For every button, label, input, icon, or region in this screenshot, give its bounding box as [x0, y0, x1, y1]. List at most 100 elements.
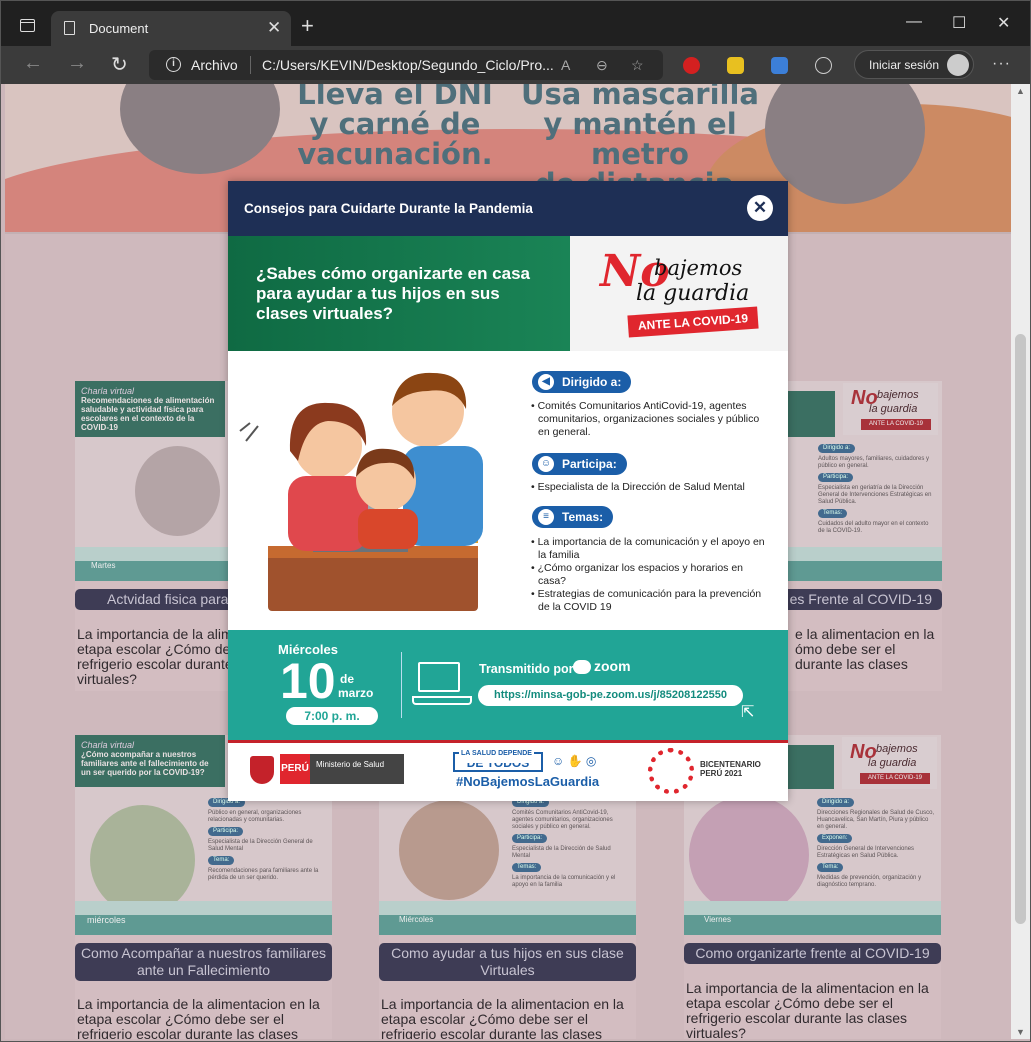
minimize-button[interactable]: — [906, 13, 922, 31]
card-title[interactable]: Como Acompañar a nuestros familiares ant… [75, 943, 332, 981]
section-list-temas: • La importancia de la comunicación y el… [530, 536, 770, 614]
card-footer-strip [684, 901, 941, 915]
card-description: e la alimentacion en la ómo debe ser el … [795, 626, 935, 672]
scroll-down-icon[interactable]: ▼ [1016, 1027, 1025, 1037]
laptop-icon [412, 662, 472, 705]
card-details: Dirigido a: Adultos mayores, familiares, … [818, 444, 932, 534]
no-bajemos-logo: No bajemos la guardia ANTE LA COVID-19 [842, 737, 937, 789]
peru-logo: PERÚ [280, 754, 310, 784]
address-bar[interactable]: i Archivo C:/Users/KEVIN/Desktop/Segundo… [149, 50, 663, 80]
modal-close-button[interactable]: ✕ [747, 195, 773, 221]
peru-shield-icon [250, 756, 274, 784]
card-header-band: Charla virtual Recomendaciones de alimen… [75, 381, 225, 437]
section-list-participa: • Especialista de la Dirección de Salud … [530, 481, 770, 494]
more-menu-icon[interactable]: ··· [992, 55, 1011, 73]
close-tab-icon[interactable]: ✕ [267, 18, 281, 38]
card-description: La importancia de la alimentacion en la … [686, 980, 929, 1040]
forward-button[interactable]: → [67, 52, 87, 75]
card-kicker: Charla virtual [81, 740, 135, 750]
close-window-button[interactable]: ✕ [997, 13, 1010, 33]
translate-extension-icon[interactable] [771, 57, 788, 74]
favorite-star-icon[interactable]: ☆ [631, 57, 644, 74]
zoom-icon[interactable]: ⊖ [596, 57, 608, 74]
card-details: Dirigido a: Comités Comunitarios AntiCovi… [512, 798, 616, 888]
card-illustration [90, 805, 195, 915]
browser-window: Document ✕ + — ☐ ✕ ← → ↻ i Archivo C:/Us… [0, 0, 1031, 1042]
list-item: • Especialista de la Dirección de Salud … [531, 481, 745, 493]
tab-document[interactable]: Document ✕ [51, 11, 291, 46]
card-date: Martes [91, 561, 116, 570]
megaphone-icon: ◀ [538, 374, 554, 390]
card-date: Miércoles [399, 915, 434, 924]
section-pill-temas: ≡ Temas: [532, 506, 614, 528]
section-label: Dirigido a: [562, 375, 622, 389]
w-extension-icon[interactable] [727, 57, 744, 74]
card-footer: Miércoles [379, 915, 636, 935]
hashtag: #NoBajemosLaGuardia [456, 774, 600, 789]
card-illustration [689, 795, 809, 915]
event-divider [401, 652, 402, 718]
new-tab-button[interactable]: + [301, 13, 314, 39]
card-illustration [399, 800, 499, 900]
card-footer-strip [379, 901, 636, 915]
bicentenario-emblem [648, 748, 694, 794]
banner-green-panel: ¿Sabes cómo organizarte en casa para ayu… [228, 236, 570, 351]
event-month: marzo [338, 686, 374, 700]
event-details: Miércoles 10 de marzo 7:00 p. m. Transmi… [228, 630, 788, 740]
extensions-puzzle-icon[interactable] [815, 57, 832, 74]
scrollbar-thumb[interactable] [1015, 334, 1026, 924]
tab-bar: Document ✕ + — ☐ ✕ [1, 1, 1030, 46]
list-item: • La importancia de la comunicación y el… [531, 536, 765, 561]
poster-question: ¿Sabes cómo organizarte en casa para ayu… [256, 264, 530, 323]
scroll-up-icon[interactable]: ▲ [1016, 86, 1025, 96]
signin-label: Iniciar sesión [869, 58, 940, 72]
tab-actions-icon[interactable] [20, 19, 35, 32]
click-cursor-icon: ⇱ [741, 704, 755, 721]
refresh-button[interactable]: ↻ [111, 52, 128, 77]
person-icon: ☺ [538, 456, 554, 472]
card-heading: Recomendaciones de alimentación saludabl… [81, 396, 215, 432]
tab-title: Document [89, 21, 149, 36]
health-icons: ☺ ✋ ◎ [552, 754, 597, 768]
section-label: Temas: [562, 510, 604, 524]
card-date: miércoles [87, 915, 126, 925]
browser-toolbar: ← → ↻ i Archivo C:/Users/KEVIN/Desktop/S… [1, 46, 1030, 84]
logo-bajemos: bajemos [654, 256, 743, 280]
event-de: de [340, 672, 355, 686]
adblock-extension-icon[interactable] [683, 57, 700, 74]
maximize-button[interactable]: ☐ [952, 13, 966, 33]
list-icon: ≡ [538, 509, 554, 525]
card-title[interactable]: Como ayudar a tus hijos en sus clase Vir… [379, 943, 636, 981]
bicentenario-label: BICENTENARIO PERÚ 2021 [700, 760, 761, 778]
document-icon [64, 21, 75, 35]
card-title[interactable]: Como organizarte frente al COVID-19 [684, 943, 941, 964]
back-button[interactable]: ← [23, 52, 43, 75]
hero-text-left: Lleva el DNI y carné de vacunación. [297, 84, 493, 171]
logo-ribbon: ANTE LA COVID-19 [627, 306, 759, 338]
info-icon[interactable]: i [166, 57, 181, 72]
logo-top-rule [228, 740, 788, 743]
no-bajemos-logo: No bajemos la guardia ANTE LA COVID-19 [843, 383, 938, 435]
signin-button[interactable]: Iniciar sesión [854, 50, 974, 79]
poster-banner: ¿Sabes cómo organizarte en casa para ayu… [228, 236, 788, 351]
card-details: Dirigido a: Direcciones Regionales de Sal… [817, 798, 935, 888]
page-scrollbar[interactable]: ▲ ▼ [1011, 84, 1030, 1039]
sponsor-logos: PERÚ Ministerio de Salud LA SALUD DEPEND… [228, 740, 788, 801]
event-time: 7:00 p. m. [286, 707, 378, 725]
zoom-camera-icon [573, 660, 591, 675]
card-details: Dirigido a: Público en general, organizac… [208, 798, 319, 881]
salud-de-todos-logo: LA SALUD DEPENDE DE TODOS [453, 745, 543, 772]
card-kicker: Charla virtual [81, 386, 135, 396]
logo-la-guardia: la guardia [636, 281, 750, 306]
list-item: • ¿Cómo organizar los espacios y horario… [531, 562, 744, 587]
poster-info: ◀ Dirigido a: • Comités Comunitarios Anti… [228, 351, 788, 630]
card-description: La importancia de la alimentacion en la … [381, 996, 624, 1040]
zoom-link[interactable]: https://minsa-gob-pe.zoom.us/j/852081225… [478, 685, 743, 706]
family-illustration [239, 372, 483, 611]
card-date: Viernes [704, 915, 731, 924]
address-url[interactable]: C:/Users/KEVIN/Desktop/Segundo_Ciclo/Pro… [262, 57, 554, 73]
read-aloud-icon[interactable]: A [561, 57, 570, 73]
event-modal: Consejos para Cuidarte Durante la Pandem… [228, 181, 788, 801]
transmitted-label: Transmitido por [479, 662, 574, 676]
list-item: • Comités Comunitarios AntiCovid-19, age… [531, 400, 760, 438]
